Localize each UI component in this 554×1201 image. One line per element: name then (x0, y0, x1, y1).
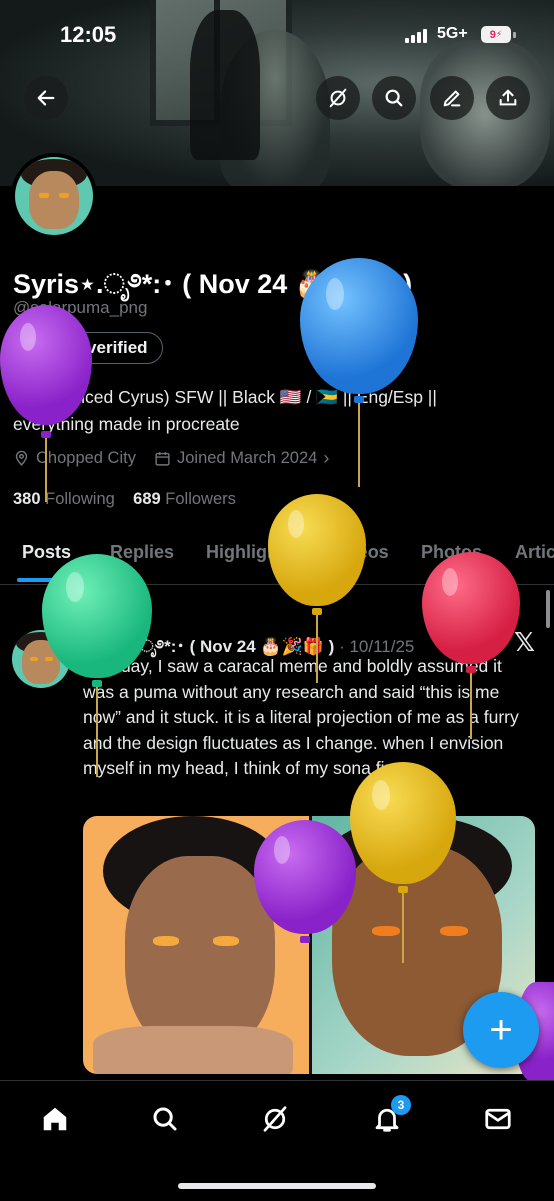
user-handle: @solarpuma_png (13, 298, 148, 317)
display-name: Syris⋆.ೃ࿔*:･ ( Nov 24 🎂🎉🎁 ) (13, 269, 413, 299)
artwork-image-1[interactable] (83, 816, 309, 1074)
compose-post-button[interactable]: + (463, 992, 539, 1068)
status-bar: 12:05 5G+ 9 ⚡ (0, 22, 554, 54)
following-label: Following (45, 490, 115, 508)
signal-icon (405, 28, 427, 43)
followers-count: 689 (133, 490, 161, 508)
location-pin-icon (15, 450, 28, 466)
compose-label: + (489, 1007, 513, 1052)
home-indicator[interactable] (178, 1183, 376, 1189)
tab-videos[interactable]: Videos (330, 542, 389, 563)
profile-bio: (Pronounced Cyrus) SFW || Black 🇺🇸 / 🇧🇸 … (13, 384, 533, 438)
tab-articles[interactable]: Artic (515, 542, 554, 563)
active-tab-indicator (17, 578, 81, 582)
location-text: Chopped City (36, 449, 136, 467)
scrollbar[interactable] (546, 590, 550, 628)
joined-text: Joined March 2024 (176, 449, 318, 467)
get-verified-button[interactable]: ✓ Get verified (13, 332, 163, 364)
edit-button[interactable] (430, 76, 474, 120)
nav-home[interactable] (35, 1099, 75, 1139)
follow-stats: 380 Following 689 Followers (13, 490, 236, 509)
search-icon (153, 1107, 177, 1131)
search-button[interactable] (372, 76, 416, 120)
bio-line-2: everything made in procreate (13, 414, 240, 434)
location-item: Chopped City (13, 449, 136, 468)
tab-photos[interactable]: Photos (421, 542, 482, 563)
back-button[interactable] (24, 76, 68, 120)
post-text: One day, I saw a caracal meme and boldly… (83, 656, 519, 778)
search-icon (385, 89, 403, 107)
status-time: 12:05 (60, 22, 117, 47)
following-link[interactable]: 380 Following (13, 490, 115, 508)
arrow-left-icon (37, 90, 55, 106)
profile-tabs: Posts Replies Highlights Videos Photos A… (0, 540, 554, 585)
messages-icon (485, 1108, 511, 1130)
followers-label: Followers (165, 490, 236, 508)
get-verified-label: Get verified (54, 338, 148, 357)
following-count: 380 (13, 490, 41, 508)
share-button[interactable] (486, 76, 530, 120)
nav-search[interactable] (145, 1099, 185, 1139)
share-icon (499, 89, 517, 106)
pinned-text: Pinned (81, 601, 128, 617)
followers-link[interactable]: 689 Followers (133, 490, 236, 508)
tab-replies[interactable]: Replies (110, 542, 174, 563)
nav-notifications[interactable]: 3 (367, 1095, 411, 1139)
nav-messages[interactable] (478, 1099, 518, 1139)
network-type: 5G+ (437, 25, 468, 42)
grok-button[interactable] (316, 76, 360, 120)
profile-avatar[interactable] (11, 153, 97, 239)
calendar-icon (155, 452, 170, 466)
pinned-label: 📌 Pinned (60, 601, 128, 617)
notification-badge: 3 (391, 1095, 411, 1115)
bio-line-1: (Pronounced Cyrus) SFW || Black 🇺🇸 / 🇧🇸 … (13, 387, 437, 407)
chevron-right-icon: › (323, 448, 330, 468)
nav-grok[interactable] (255, 1099, 295, 1139)
post-avatar[interactable] (12, 630, 70, 688)
profile-meta: Chopped City Joined March 2024 › (13, 448, 329, 469)
battery-icon: 9 ⚡ (481, 26, 511, 43)
grok-icon (329, 88, 347, 108)
edit-icon (443, 90, 461, 107)
joined-item[interactable]: Joined March 2024 › (154, 448, 329, 469)
tab-highlights[interactable]: Highlights (206, 542, 294, 563)
verified-check-icon: ✓ (28, 339, 46, 357)
home-icon (43, 1107, 67, 1131)
grok-icon (263, 1106, 287, 1132)
tab-posts[interactable]: Posts (22, 542, 71, 563)
